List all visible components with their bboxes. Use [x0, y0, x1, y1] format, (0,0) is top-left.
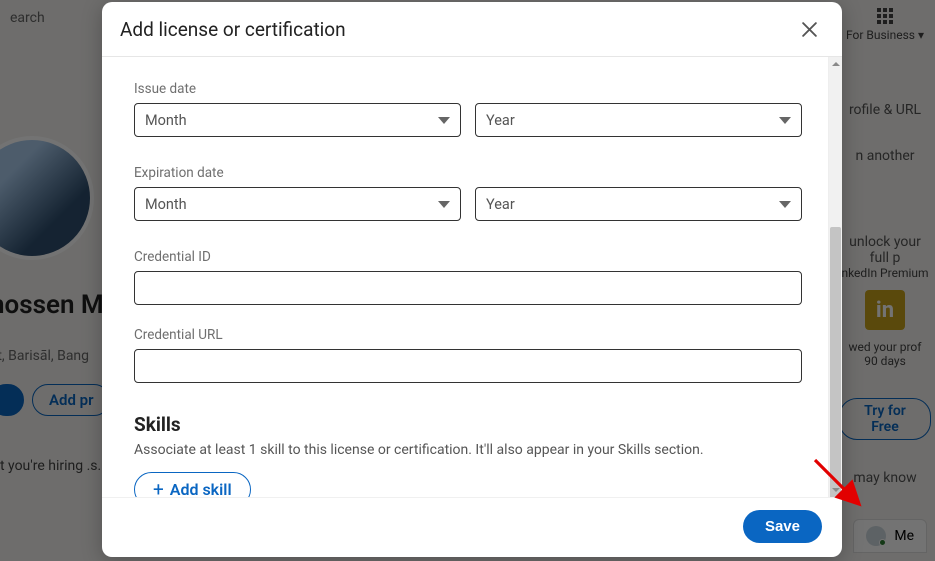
- scrollbar[interactable]: [828, 57, 842, 497]
- issue-year-value: Year: [486, 112, 515, 129]
- expiration-date-label: Expiration date: [134, 165, 802, 181]
- credential-url-group: Credential URL: [134, 327, 802, 383]
- expiration-year-value: Year: [486, 196, 515, 213]
- modal-header: Add license or certification: [102, 2, 842, 57]
- add-skill-button[interactable]: + Add skill: [134, 472, 251, 497]
- chevron-down-icon: [438, 117, 450, 124]
- expiration-year-select[interactable]: Year: [475, 187, 802, 221]
- expiration-month-select[interactable]: Month: [134, 187, 461, 221]
- skills-description: Associate at least 1 skill to this licen…: [134, 442, 802, 458]
- add-skill-label: Add skill: [170, 480, 232, 497]
- close-icon: [801, 21, 818, 38]
- credential-id-group: Credential ID: [134, 249, 802, 305]
- save-button[interactable]: Save: [743, 510, 822, 543]
- issue-date-label: Issue date: [134, 81, 802, 97]
- scroll-up-icon: [831, 59, 841, 69]
- add-license-modal: Add license or certification Issue date …: [102, 2, 842, 557]
- issue-date-group: Issue date Month Year: [134, 81, 802, 137]
- issue-month-value: Month: [145, 112, 187, 129]
- credential-url-label: Credential URL: [134, 327, 802, 343]
- plus-icon: +: [153, 480, 164, 497]
- credential-id-input[interactable]: [134, 271, 802, 305]
- credential-id-label: Credential ID: [134, 249, 802, 265]
- modal-footer: Save: [102, 497, 842, 557]
- expiration-date-group: Expiration date Month Year: [134, 165, 802, 221]
- chevron-down-icon: [779, 117, 791, 124]
- credential-url-input[interactable]: [134, 349, 802, 383]
- expiration-month-value: Month: [145, 196, 187, 213]
- scrollbar-thumb[interactable]: [830, 227, 841, 497]
- close-button[interactable]: [794, 14, 824, 44]
- scroll-down-icon: [831, 485, 841, 495]
- issue-year-select[interactable]: Year: [475, 103, 802, 137]
- modal-title: Add license or certification: [120, 18, 346, 41]
- issue-month-select[interactable]: Month: [134, 103, 461, 137]
- skills-heading: Skills: [134, 413, 802, 436]
- chevron-down-icon: [438, 201, 450, 208]
- chevron-down-icon: [779, 201, 791, 208]
